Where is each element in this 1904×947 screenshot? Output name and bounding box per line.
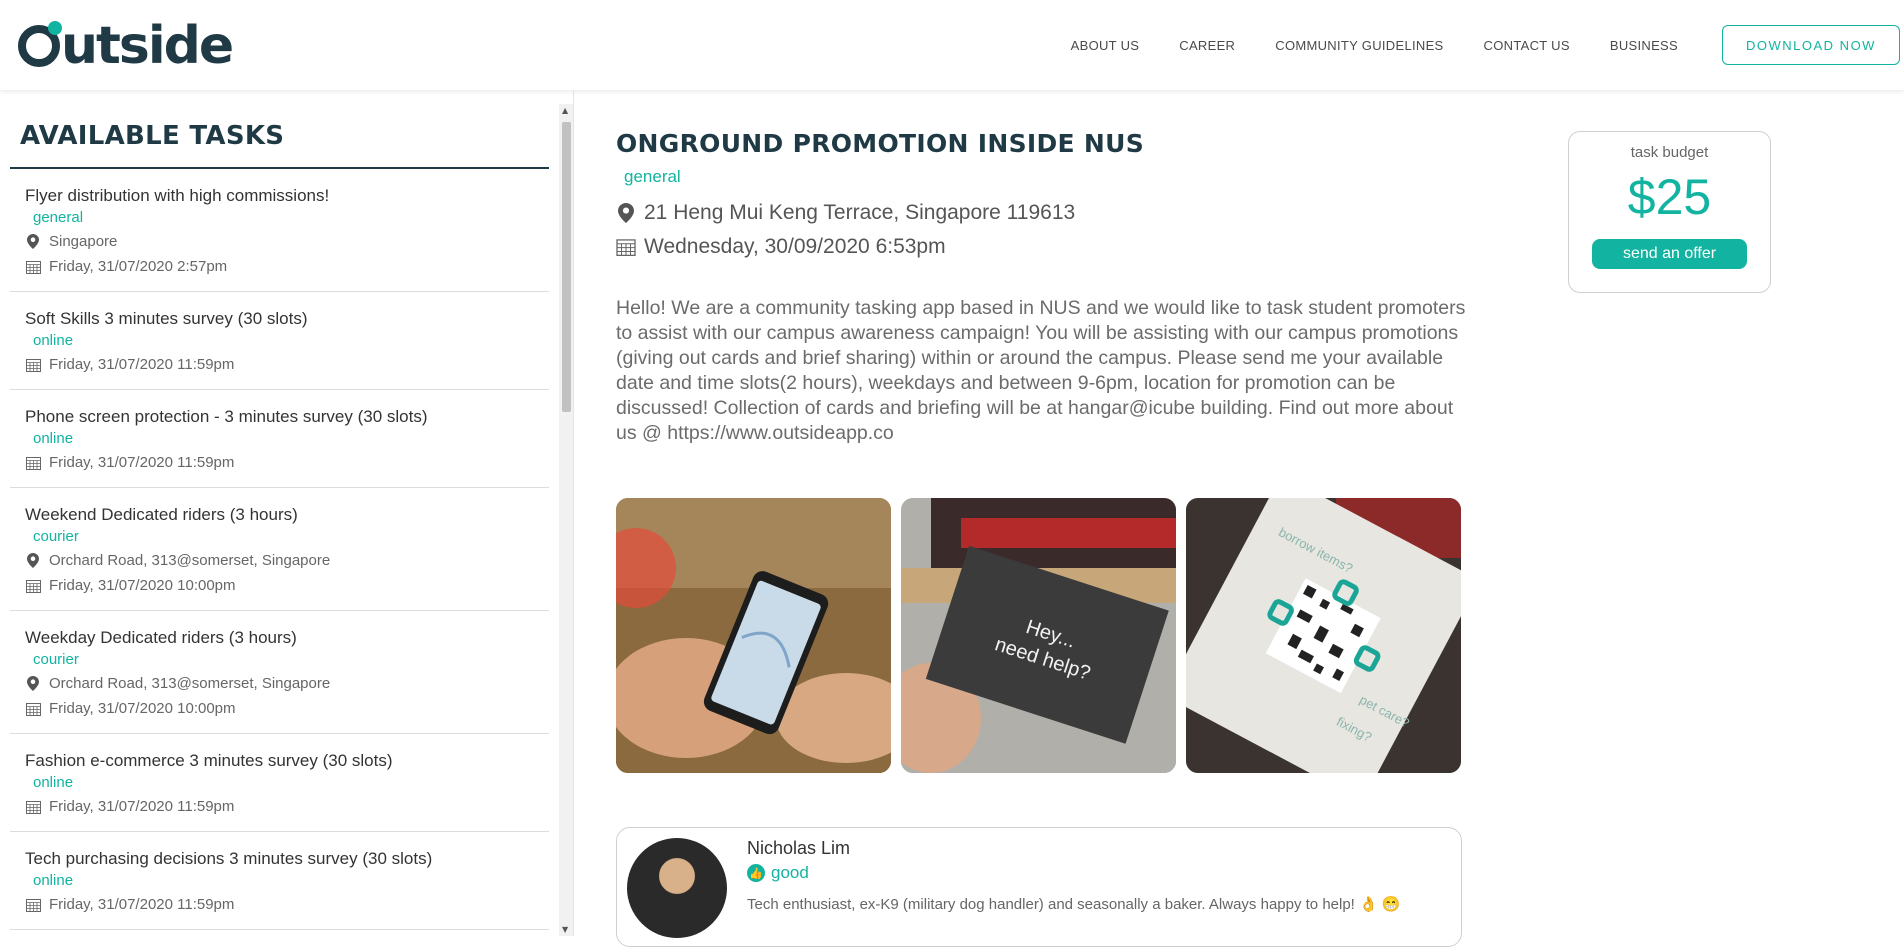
top-header: utside ABOUT US CAREER COMMUNITY GUIDELI… (0, 0, 1904, 90)
send-offer-button[interactable]: send an offer (1592, 239, 1747, 269)
poster-rating: 👍 good (747, 863, 809, 883)
task-date: Friday, 31/07/2020 11:59pm (25, 352, 549, 377)
poster-bio: Tech enthusiast, ex-K9 (military dog han… (747, 896, 1401, 913)
calendar-icon (25, 799, 41, 815)
task-date-text: Friday, 31/07/2020 10:00pm (49, 700, 236, 717)
task-date: Friday, 31/07/2020 11:59pm (25, 794, 549, 819)
calendar-icon (25, 259, 41, 275)
map-pin-icon (25, 234, 41, 250)
download-now-button[interactable]: DOWNLOAD NOW (1722, 25, 1900, 65)
task-category: online (33, 774, 74, 791)
task-photo-gallery: Hey... need help? borrow items? pet care… (616, 498, 1461, 773)
task-location-text: Orchard Road, 313@somerset, Singapore (49, 552, 331, 569)
nav-contact-us[interactable]: CONTACT US (1484, 38, 1570, 53)
map-pin-icon (616, 202, 636, 224)
poster-name: Nicholas Lim (747, 838, 851, 858)
logo-o-mark (18, 21, 62, 67)
task-category: courier (33, 651, 79, 668)
task-photo-phone[interactable] (616, 498, 891, 773)
thumbs-up-icon: 👍 (747, 864, 765, 882)
calendar-icon (25, 701, 41, 717)
task-date-text: Friday, 31/07/2020 11:59pm (49, 798, 235, 815)
task-list-item[interactable]: Weekend Dedicated riders (3 hours) couri… (10, 488, 549, 611)
task-category: online (33, 430, 74, 447)
task-title: Fashion e-commerce 3 minutes survey (30 … (25, 751, 393, 770)
task-date: Friday, 31/07/2020 11:59pm (25, 450, 549, 475)
task-date-text: Friday, 31/07/2020 11:59pm (49, 896, 235, 913)
task-date-text: Friday, 31/07/2020 11:59pm (49, 454, 235, 471)
task-detail-description: Hello! We are a community tasking app ba… (616, 297, 1466, 444)
nav-about-us[interactable]: ABOUT US (1071, 38, 1140, 53)
task-title: Weekend Dedicated riders (3 hours) (25, 505, 298, 524)
task-title: Tech purchasing decisions 3 minutes surv… (25, 849, 433, 868)
task-list-item[interactable]: Tech purchasing decisions 3 minutes surv… (10, 832, 549, 930)
task-title: Phone screen protection - 3 minutes surv… (25, 407, 428, 426)
calendar-icon (616, 236, 636, 258)
task-date-text: Friday, 31/07/2020 10:00pm (49, 577, 236, 594)
task-list-item[interactable]: Phone screen protection - 3 minutes surv… (10, 390, 549, 488)
task-photo-qr-card[interactable]: borrow items? pet care? fixing? (1186, 498, 1461, 773)
task-detail-address-text: 21 Heng Mui Keng Terrace, Singapore 1196… (644, 201, 1076, 224)
task-category: general (33, 209, 84, 226)
sidebar-title: AVAILABLE TASKS (10, 91, 549, 169)
task-location-text: Singapore (49, 233, 118, 250)
calendar-icon (25, 897, 41, 913)
budget-value: $25 (1627, 169, 1712, 225)
task-category: online (33, 332, 74, 349)
poster-rating-text: good (771, 863, 809, 882)
outside-logo[interactable]: utside (18, 16, 234, 76)
budget-label: task budget (1630, 144, 1709, 161)
nav-career[interactable]: CAREER (1179, 38, 1235, 53)
task-detail: ONGROUND PROMOTION INSIDE NUS general 21… (616, 91, 1904, 947)
map-pin-icon (25, 676, 41, 692)
task-detail-title: ONGROUND PROMOTION INSIDE NUS (616, 129, 1145, 158)
task-detail-address: 21 Heng Mui Keng Terrace, Singapore 1196… (616, 201, 1075, 225)
task-location: Singapore (25, 229, 549, 254)
map-pin-icon (25, 553, 41, 569)
task-date-text: Friday, 31/07/2020 11:59pm (49, 356, 235, 373)
task-date: Friday, 31/07/2020 10:00pm (25, 696, 549, 721)
task-detail-datetime-text: Wednesday, 30/09/2020 6:53pm (644, 235, 946, 258)
calendar-icon (25, 455, 41, 471)
task-list-item[interactable]: Fashion e-commerce 3 minutes survey (30 … (10, 734, 549, 832)
task-list-item[interactable]: Weekday Dedicated riders (3 hours) couri… (10, 611, 549, 734)
task-location-text: Orchard Road, 313@somerset, Singapore (49, 675, 331, 692)
main-nav: ABOUT US CAREER COMMUNITY GUIDELINES CON… (1071, 38, 1678, 53)
poster-profile-card[interactable]: Nicholas Lim 👍 good Tech enthusiast, ex-… (616, 827, 1462, 947)
available-tasks-sidebar: AVAILABLE TASKS Flyer distribution with … (0, 91, 574, 936)
poster-avatar (627, 838, 727, 938)
task-detail-datetime: Wednesday, 30/09/2020 6:53pm (616, 235, 946, 259)
task-date-text: Friday, 31/07/2020 2:57pm (49, 258, 228, 275)
nav-community-guidelines[interactable]: COMMUNITY GUIDELINES (1275, 38, 1443, 53)
nav-business[interactable]: BUSINESS (1610, 38, 1678, 53)
task-list-item[interactable]: Flyer distribution with high commissions… (10, 169, 549, 292)
task-list-item[interactable]: Soft Skills 3 minutes survey (30 slots) … (10, 292, 549, 390)
task-location: Orchard Road, 313@somerset, Singapore (25, 548, 549, 573)
sidebar-scrollbar[interactable]: ▲ ▼ (559, 104, 573, 936)
task-detail-category: general (624, 167, 681, 186)
task-category: online (33, 872, 74, 889)
calendar-icon (25, 578, 41, 594)
logo-text: utside (61, 16, 234, 76)
calendar-icon (25, 357, 41, 373)
task-photo-card[interactable]: Hey... need help? (901, 498, 1176, 773)
task-category: courier (33, 528, 79, 545)
scroll-up-arrow-icon[interactable]: ▲ (562, 106, 568, 115)
scroll-down-arrow-icon[interactable]: ▼ (562, 925, 568, 934)
task-title: Flyer distribution with high commissions… (25, 186, 330, 205)
task-date: Friday, 31/07/2020 2:57pm (25, 254, 549, 279)
task-date: Friday, 31/07/2020 11:59pm (25, 892, 549, 917)
scrollbar-thumb[interactable] (562, 122, 571, 412)
task-title: Weekday Dedicated riders (3 hours) (25, 628, 297, 647)
task-location: Orchard Road, 313@somerset, Singapore (25, 671, 549, 696)
task-title: Soft Skills 3 minutes survey (30 slots) (25, 309, 308, 328)
task-date: Friday, 31/07/2020 10:00pm (25, 573, 549, 598)
task-budget-card: task budget $25 send an offer (1568, 131, 1771, 293)
